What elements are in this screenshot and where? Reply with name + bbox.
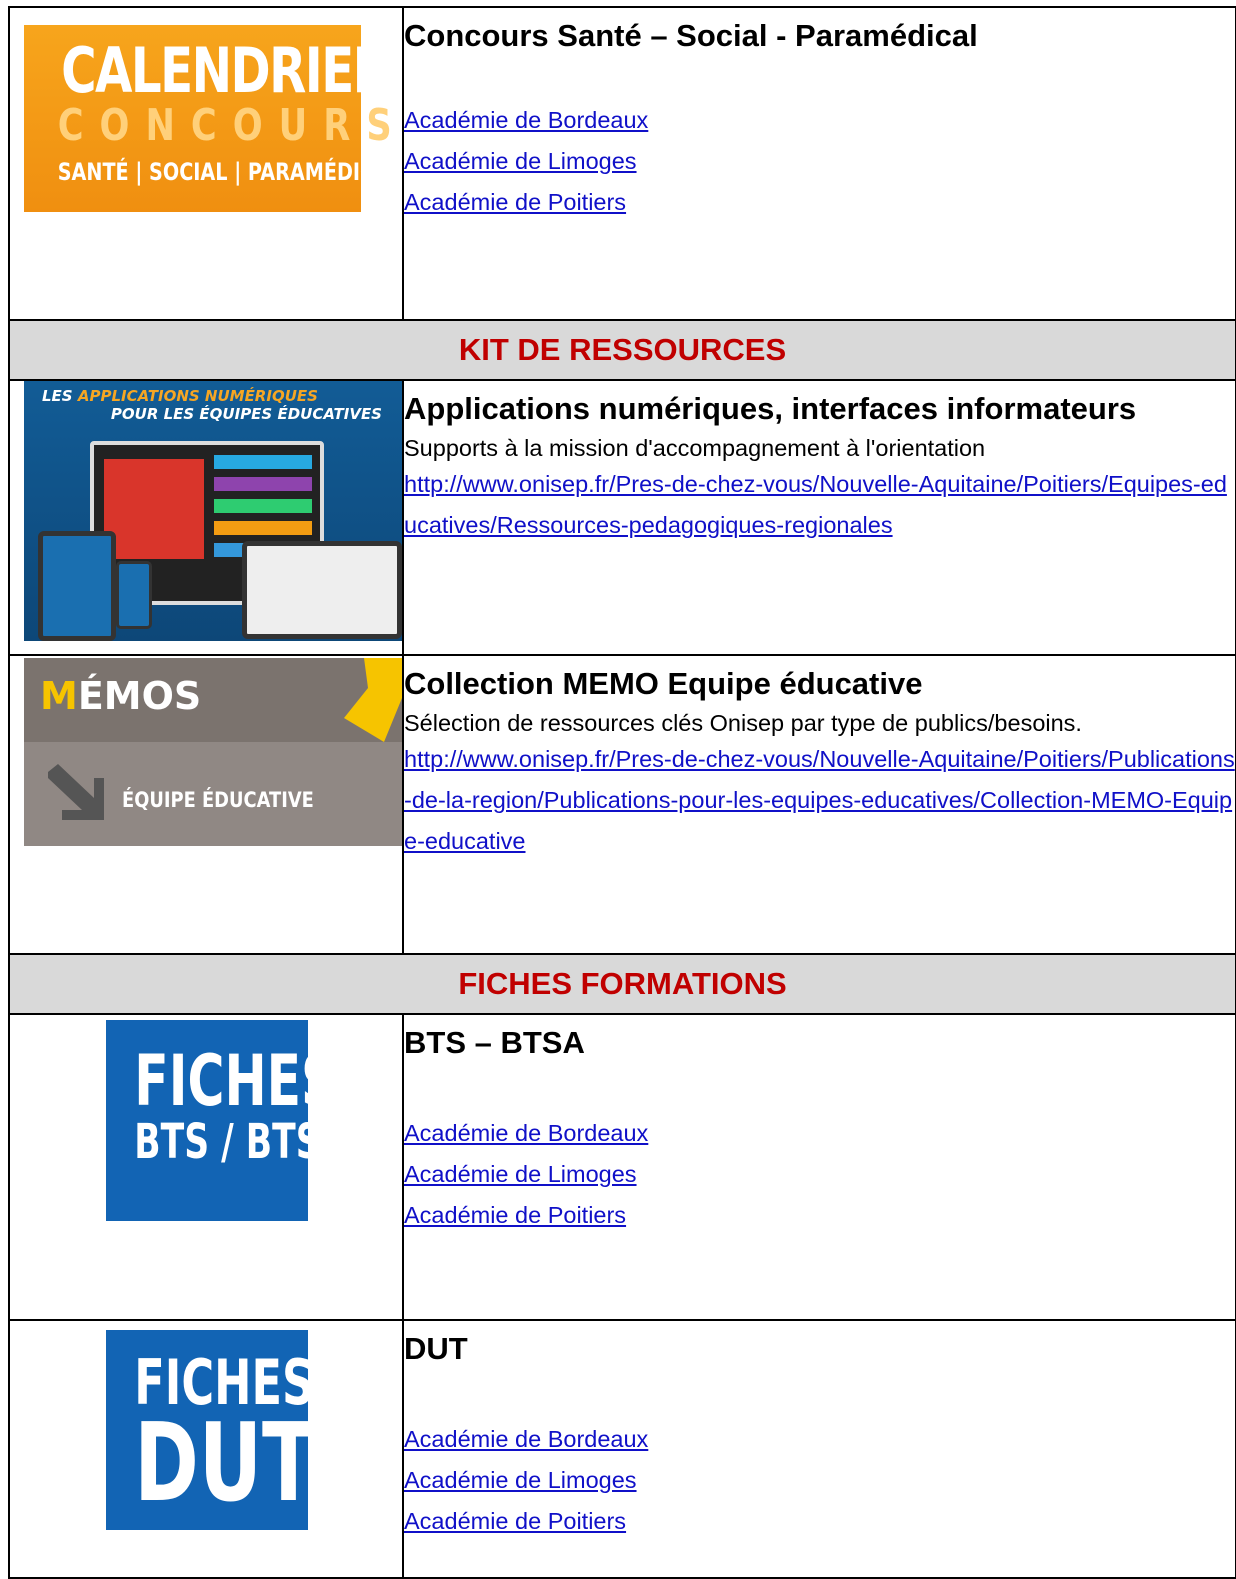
row-title: Applications numériques, interfaces info… <box>404 391 1137 426</box>
section-header: KIT DE RESSOURCES <box>8 319 1236 381</box>
table-row: CALENDRIER CONCOURS SANTÉ | SOCIAL | PAR… <box>8 6 1236 321</box>
image-text: LES APPLICATIONS NUMÉRIQUES <box>42 387 318 405</box>
onisep-url-link[interactable]: http://www.onisep.fr/Pres-de-chez-vous/N… <box>404 464 1235 546</box>
text-cell: Collection MEMO Equipe éducative Sélecti… <box>402 654 1236 955</box>
link-academie-limoges[interactable]: Académie de Limoges <box>404 141 1235 182</box>
applications-numeriques-image: LES APPLICATIONS NUMÉRIQUES POUR LES ÉQU… <box>24 381 402 641</box>
link-academie-poitiers[interactable]: Académie de Poitiers <box>404 1501 1235 1542</box>
memos-equipe-educative-image: MÉMOS ÉQUIPE ÉDUCATIVE <box>24 658 402 846</box>
image-text: SANTÉ | SOCIAL | PARAMÉDICAL <box>57 158 402 186</box>
image-cell: FICHES BTS / BTSA <box>8 1013 404 1321</box>
image-text: FICHES <box>134 1040 308 1122</box>
link-academie-poitiers[interactable]: Académie de Poitiers <box>404 1195 1235 1236</box>
link-academie-bordeaux[interactable]: Académie de Bordeaux <box>404 1419 1235 1460</box>
section-title: KIT DE RESSOURCES <box>458 332 787 367</box>
link-academie-limoges[interactable]: Académie de Limoges <box>404 1460 1235 1501</box>
arrow-down-right-icon <box>48 764 104 820</box>
image-cell: CALENDRIER CONCOURS SANTÉ | SOCIAL | PAR… <box>8 6 404 321</box>
table-row: LES APPLICATIONS NUMÉRIQUES POUR LES ÉQU… <box>8 379 1236 656</box>
onisep-url-link[interactable]: http://www.onisep.fr/Pres-de-chez-vous/N… <box>404 739 1235 862</box>
link-academie-bordeaux[interactable]: Académie de Bordeaux <box>404 100 1235 141</box>
image-text: CALENDRIER <box>61 34 390 107</box>
fiches-bts-btsa-image: FICHES BTS / BTSA <box>106 1020 308 1221</box>
image-text: DUT <box>134 1401 308 1526</box>
yellow-arrow-icon <box>344 658 402 742</box>
link-academie-limoges[interactable]: Académie de Limoges <box>404 1154 1235 1195</box>
row-title: BTS – BTSA <box>404 1025 585 1060</box>
text-cell: Applications numériques, interfaces info… <box>402 379 1236 656</box>
section-header-row: KIT DE RESSOURCES <box>8 319 1236 381</box>
row-title: DUT <box>404 1331 468 1366</box>
table-row: FICHES BTS / BTSA BTS – BTSA Académie de… <box>8 1013 1236 1321</box>
resource-table: CALENDRIER CONCOURS SANTÉ | SOCIAL | PAR… <box>8 6 1236 1579</box>
image-text: BTS / BTSA <box>134 1114 308 1170</box>
laptop-graphic <box>242 541 402 639</box>
image-cell: FICHES DUT <box>8 1319 404 1579</box>
section-header-row: FICHES FORMATIONS <box>8 953 1236 1015</box>
image-cell: MÉMOS ÉQUIPE ÉDUCATIVE <box>8 654 404 955</box>
image-cell: LES APPLICATIONS NUMÉRIQUES POUR LES ÉQU… <box>8 379 404 656</box>
calendrier-concours-image: CALENDRIER CONCOURS SANTÉ | SOCIAL | PAR… <box>24 25 402 212</box>
row-title: Concours Santé – Social - Paramédical <box>404 18 978 53</box>
row-subtitle: Sélection de ressources clés Onisep par … <box>404 710 1082 736</box>
image-text: ÉQUIPE ÉDUCATIVE <box>122 788 314 812</box>
tablet-graphic <box>38 531 116 641</box>
image-text: POUR LES ÉQUIPES ÉDUCATIVES <box>110 405 382 423</box>
row-subtitle: Supports à la mission d'accompagnement à… <box>404 435 986 461</box>
section-title: FICHES FORMATIONS <box>458 966 787 1001</box>
image-text: MÉMOS <box>40 674 202 718</box>
link-academie-bordeaux[interactable]: Académie de Bordeaux <box>404 1113 1235 1154</box>
section-header: FICHES FORMATIONS <box>8 953 1236 1015</box>
text-cell: DUT Académie de Bordeaux Académie de Lim… <box>402 1319 1236 1579</box>
image-text: CONCOURS <box>57 100 402 151</box>
text-cell: Concours Santé – Social - Paramédical Ac… <box>402 6 1236 321</box>
table-row: MÉMOS ÉQUIPE ÉDUCATIVE Collection MEMO E… <box>8 654 1236 955</box>
text-cell: BTS – BTSA Académie de Bordeaux Académie… <box>402 1013 1236 1321</box>
link-academie-poitiers[interactable]: Académie de Poitiers <box>404 182 1235 223</box>
fiches-dut-image: FICHES DUT <box>106 1330 308 1530</box>
phone-graphic <box>116 561 152 629</box>
table-row: FICHES DUT DUT Académie de Bordeaux Acad… <box>8 1319 1236 1579</box>
row-title: Collection MEMO Equipe éducative <box>404 666 923 701</box>
